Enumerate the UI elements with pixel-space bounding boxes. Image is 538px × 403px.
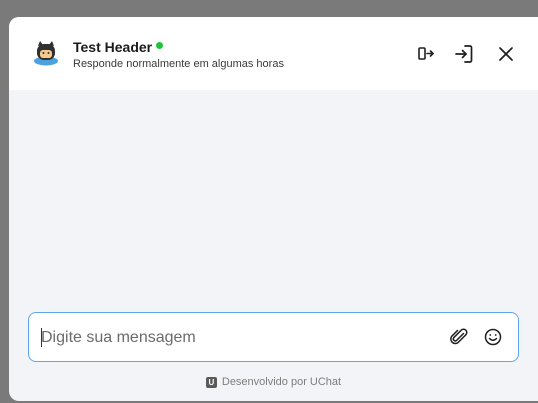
powered-by-text: Desenvolvido por UChat xyxy=(221,376,342,388)
chat-widget: Test Header Responde normalmente em algu… xyxy=(9,17,538,401)
detach-window-button[interactable] xyxy=(415,43,437,65)
login-button[interactable] xyxy=(453,43,475,65)
message-composer xyxy=(28,312,519,362)
message-input[interactable] xyxy=(41,326,431,350)
paperclip-icon xyxy=(450,328,468,345)
header-title-row: Test Header xyxy=(73,39,164,55)
login-icon xyxy=(455,45,473,63)
emoji-icon xyxy=(484,328,502,346)
online-status-dot xyxy=(156,41,164,49)
powered-by-footer[interactable]: U Desenvolvido por UChat xyxy=(9,376,538,388)
chat-header: Test Header Responde normalmente em algu… xyxy=(9,17,538,90)
detach-window-icon xyxy=(418,47,434,60)
close-button[interactable] xyxy=(495,43,517,65)
close-icon xyxy=(499,47,513,61)
attach-button[interactable] xyxy=(448,326,470,348)
uchat-logo-icon: U xyxy=(205,376,217,388)
header-title: Test Header xyxy=(73,39,153,55)
emoji-button[interactable] xyxy=(482,326,504,348)
agent-avatar-icon xyxy=(31,37,61,67)
header-subtitle: Responde normalmente em algumas horas xyxy=(73,58,284,70)
